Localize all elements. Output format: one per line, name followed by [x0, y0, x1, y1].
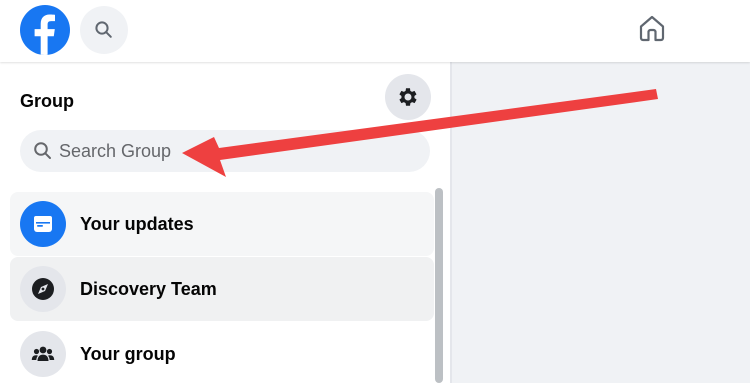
group-search-field[interactable] — [20, 130, 430, 172]
home-icon — [639, 15, 665, 42]
search-button[interactable] — [80, 6, 128, 54]
search-icon — [33, 141, 53, 161]
top-navigation-bar — [0, 0, 750, 62]
facebook-logo-icon[interactable] — [20, 5, 70, 55]
search-icon — [95, 21, 112, 38]
list-item-discovery-team[interactable]: Discovery Team — [10, 257, 434, 321]
list-item-your-group[interactable]: Your group — [10, 322, 434, 383]
main-content-area — [452, 62, 750, 383]
list-item-label: Your updates — [80, 213, 194, 234]
settings-button[interactable] — [385, 74, 431, 120]
list-item-your-updates[interactable]: Your updates — [10, 192, 434, 256]
avatar — [20, 201, 66, 247]
groups-sidebar: Group Your updates — [0, 62, 450, 383]
gear-icon — [399, 88, 417, 106]
sidebar-scrollbar[interactable] — [434, 186, 444, 383]
updates-icon — [34, 216, 52, 232]
group-list: Your updates Discovery Team Your group — [10, 192, 434, 383]
list-item-label: Discovery Team — [80, 278, 217, 299]
sidebar-title: Group — [20, 91, 74, 111]
scrollbar-thumb[interactable] — [435, 188, 443, 383]
list-item-label: Your group — [80, 343, 176, 364]
search-input[interactable] — [59, 140, 399, 162]
home-button[interactable] — [632, 8, 672, 48]
discovery-icon — [32, 278, 54, 300]
avatar — [20, 331, 66, 377]
avatar — [20, 266, 66, 312]
people-group-icon — [31, 346, 55, 361]
